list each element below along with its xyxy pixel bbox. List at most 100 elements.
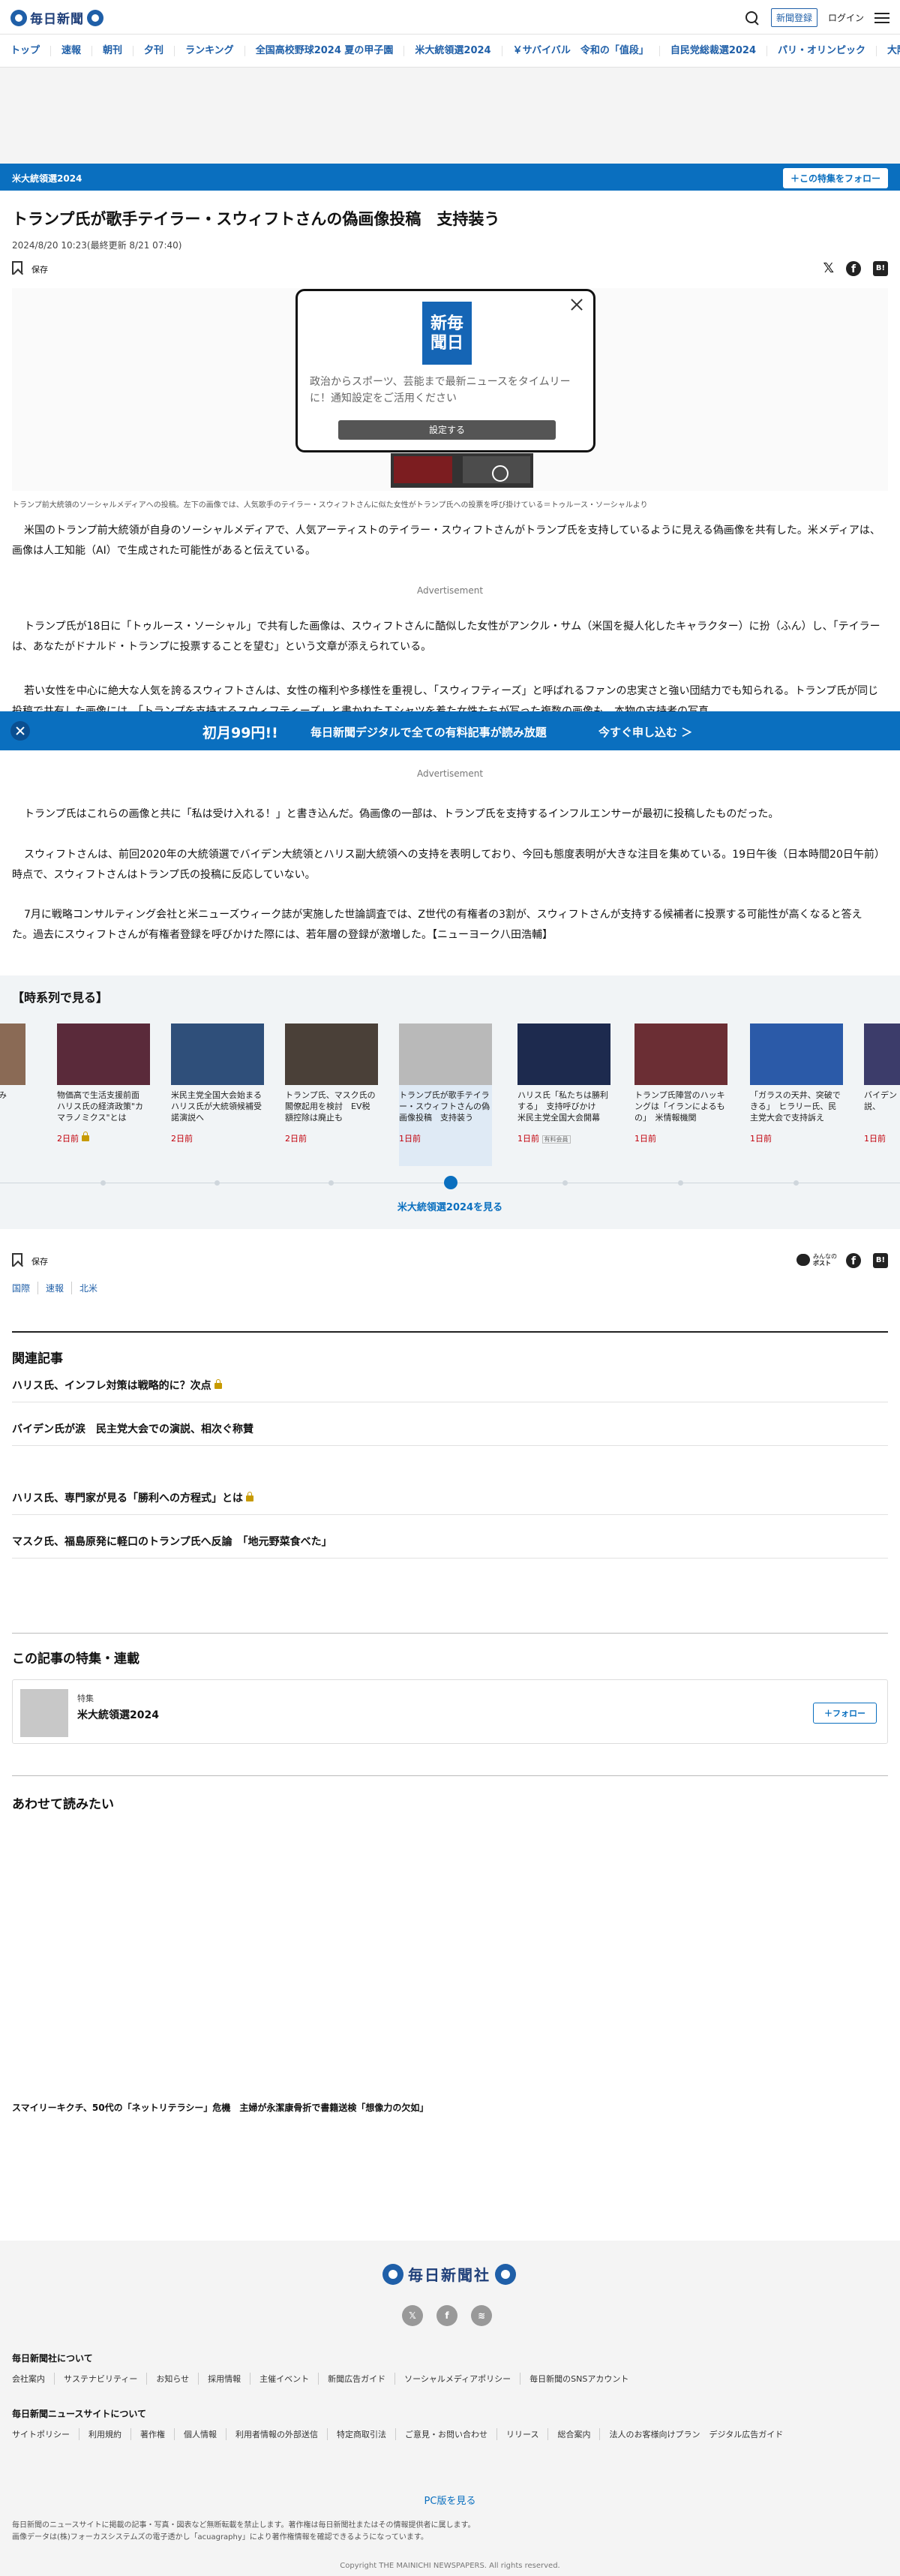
footer-link[interactable]: 主催イベント bbox=[250, 2373, 318, 2385]
nav-item-ranking[interactable]: ランキング bbox=[175, 45, 245, 56]
timeline-card[interactable]: トランプ氏陣営のハッキングは「イランによるもの」 米情報機関 1日前 bbox=[634, 1023, 728, 1166]
article-date: 2024/8/20 10:23(最終更新 8/21 07:40) bbox=[12, 240, 182, 251]
footer-link[interactable]: サイトポリシー bbox=[12, 2428, 79, 2440]
footer-link[interactable]: ご意見・お問い合わせ bbox=[395, 2428, 496, 2440]
timeline-card[interactable]: 「ガラスの天井、突破できる」 ヒラリー氏、民主党大会で支持訴え 1日前 bbox=[750, 1023, 843, 1166]
nav-item-morning[interactable]: 朝刊 bbox=[92, 45, 134, 56]
nav-item-koshien[interactable]: 全国高校野球2024 夏の甲子園 bbox=[245, 45, 405, 56]
footer-link[interactable]: 利用者情報の外部送信 bbox=[226, 2428, 327, 2440]
nav-item-evening[interactable]: 夕刊 bbox=[134, 45, 176, 56]
timeline-dot-current[interactable] bbox=[444, 1176, 458, 1189]
timeline-dot[interactable] bbox=[328, 1180, 334, 1186]
promo-price: 初月99円!! bbox=[202, 725, 278, 741]
footer-link[interactable]: ソーシャルメディアポリシー bbox=[394, 2373, 520, 2385]
site-logo[interactable]: 毎日新聞 bbox=[10, 8, 104, 27]
search-icon[interactable] bbox=[744, 10, 760, 26]
timeline-card[interactable]: トランプ氏、マスク氏の閣僚起用を検討 EV税額控除は廃止も 2日前 bbox=[285, 1023, 378, 1166]
article-tools-top: 保存 𝕏 f B! bbox=[12, 261, 888, 278]
facebook-share-icon[interactable]: f bbox=[846, 1253, 861, 1268]
footer-link[interactable]: 新聞広告ガイド bbox=[318, 2373, 394, 2385]
footer-logo[interactable]: 毎日新聞社 bbox=[382, 2263, 516, 2285]
nav-item-breaking[interactable]: 速報 bbox=[51, 45, 93, 56]
timeline-card[interactable]: 米民主党全国大会始まる ハリス氏が大統領候補受諾演説へ 2日前 bbox=[171, 1023, 264, 1166]
card-thumbnail bbox=[518, 1023, 610, 1085]
post-icon bbox=[796, 1254, 810, 1266]
nav-item-survival[interactable]: ￥サバイバル 令和の「值段」 bbox=[502, 45, 660, 56]
image-caption: トランプ前大統領のソーシャルメディアへの投稿。左下の画像では、人気歌手のテイラー… bbox=[12, 501, 648, 509]
paid-badge: 有料会員 bbox=[542, 1135, 571, 1144]
follow-feature-button[interactable]: ＋フォロー bbox=[813, 1703, 877, 1724]
recommended-article[interactable]: スマイリーキクチ、50代の「ネットリテラシー」危機 主婦が永潔康骨折で書籍送検「… bbox=[12, 2101, 888, 2114]
nav-item-top[interactable]: トップ bbox=[0, 45, 52, 56]
pc-version-link[interactable]: PC版を見る bbox=[0, 2493, 900, 2507]
timeline-dot[interactable] bbox=[678, 1180, 683, 1186]
zoom-icon[interactable] bbox=[492, 465, 508, 482]
save-label[interactable]: 保存 bbox=[32, 263, 48, 275]
footer-link[interactable]: 総合案内 bbox=[548, 2428, 599, 2440]
footer-link[interactable]: 会社案内 bbox=[12, 2373, 54, 2385]
related-article[interactable]: マスク氏、福島原発に軽口のトランプ氏へ反論 「地元野菜食べた」 bbox=[12, 1534, 888, 1559]
timeline-card[interactable]: バイデン し 涙 の演説、 1日前 bbox=[864, 1023, 900, 1166]
timeline-card[interactable]: 物価高で生活支援前面 ハリス氏の経済政策"カマラノミクス"とは 2日前 bbox=[57, 1023, 150, 1166]
related-article[interactable]: ハリス氏、インフレ対策は戦略的に？次点 bbox=[12, 1378, 888, 1402]
x-share-icon[interactable]: 𝕏 bbox=[823, 261, 834, 276]
timeline-dot[interactable] bbox=[214, 1180, 220, 1186]
notification-setup-button[interactable]: 設定する bbox=[338, 420, 556, 440]
card-title: ハリス氏「私たちは勝利する」 支持呼びかけ 米民主党全国大会開幕 bbox=[518, 1090, 608, 1123]
minna-post-button[interactable]: みんなの ポスト bbox=[796, 1253, 837, 1267]
tag-breaking[interactable]: 速報 bbox=[38, 1282, 64, 1294]
related-article[interactable]: ハリス氏、専門家が見る「勝利への方程式」とは bbox=[12, 1490, 888, 1515]
x-icon[interactable]: 𝕏 bbox=[402, 2305, 423, 2326]
bookmark-icon[interactable] bbox=[12, 1253, 22, 1267]
card-title: トランプ氏が歌手テイラー・スウィフトさんの偽画像投稿 支持装う bbox=[399, 1090, 490, 1123]
footer-link[interactable]: サステナビリティー bbox=[54, 2373, 146, 2385]
footer-link[interactable]: 特定商取引法 bbox=[327, 2428, 395, 2440]
timeline-dot[interactable] bbox=[100, 1180, 106, 1186]
card-title: 物価高で生活支援前面 ハリス氏の経済政策"カマラノミクス"とは bbox=[57, 1090, 148, 1123]
hatena-bookmark-icon[interactable]: B! bbox=[873, 1253, 888, 1268]
also-read-heading: あわせて読みたい bbox=[12, 1797, 114, 1812]
feature-card[interactable]: 特集 米大統領選2024 ＋フォロー bbox=[12, 1679, 888, 1744]
topic-label[interactable]: 米大統領選2024 bbox=[12, 172, 82, 185]
rss-icon[interactable]: ≋ bbox=[471, 2305, 492, 2326]
subscription-banner[interactable]: 初月99円!! 毎日新聞デジタルで全ての有料記事が読み放題 今すぐ申し込む ＞ bbox=[0, 711, 900, 750]
bookmark-icon[interactable] bbox=[12, 261, 22, 275]
facebook-share-icon[interactable]: f bbox=[846, 261, 861, 276]
footer-link[interactable]: デジタル広告ガイド bbox=[709, 2428, 792, 2440]
tag-international[interactable]: 国際 bbox=[12, 1282, 30, 1294]
timeline-dot[interactable] bbox=[562, 1180, 568, 1186]
timeline-dot[interactable] bbox=[794, 1180, 799, 1186]
footer-sns: 𝕏 f ≋ bbox=[402, 2305, 492, 2326]
nav-item-us-election[interactable]: 米大統領選2024 bbox=[404, 45, 502, 56]
login-link[interactable]: ログイン bbox=[828, 11, 864, 24]
article-image[interactable] bbox=[391, 453, 533, 488]
tag-north-america[interactable]: 北米 bbox=[71, 1282, 98, 1294]
hatena-bookmark-icon[interactable]: B! bbox=[873, 261, 888, 276]
footer-link[interactable]: 法人のお客様向けプラン bbox=[599, 2428, 709, 2440]
related-article[interactable]: バイデン氏が涙 民主党大会での演説、相次ぐ称賛 bbox=[12, 1421, 888, 1446]
footer-link[interactable]: お知らせ bbox=[146, 2373, 198, 2385]
follow-topic-button[interactable]: ＋この特集をフォロー bbox=[782, 168, 888, 188]
footer-link[interactable]: 毎日新聞のSNSアカウント bbox=[520, 2373, 638, 2385]
nav-item-osaka[interactable]: 大阪・関 bbox=[877, 45, 900, 56]
save-label[interactable]: 保存 bbox=[32, 1255, 48, 1267]
footer-link[interactable]: 採用情報 bbox=[198, 2373, 250, 2385]
promo-cta[interactable]: 今すぐ申し込む ＞ bbox=[598, 724, 692, 740]
timeline-card[interactable]: 開幕へ 打 に弾み bbox=[0, 1023, 26, 1166]
facebook-icon[interactable]: f bbox=[436, 2305, 458, 2326]
close-banner-icon[interactable] bbox=[10, 721, 30, 741]
footer-link[interactable]: 著作権 bbox=[130, 2428, 174, 2440]
close-icon[interactable] bbox=[569, 297, 584, 312]
register-button[interactable]: 新聞登録 bbox=[770, 8, 818, 27]
nav-item-ldp[interactable]: 自民党総裁選2024 bbox=[660, 45, 768, 56]
menu-icon[interactable] bbox=[874, 12, 890, 23]
card-title: トランプ氏陣営のハッキングは「イランによるもの」 米情報機関 bbox=[634, 1090, 725, 1123]
footer-link[interactable]: リリース bbox=[496, 2428, 548, 2440]
series-more-link[interactable]: 米大統領選2024を見る bbox=[0, 1199, 900, 1213]
timeline-card-current[interactable]: トランプ氏が歌手テイラー・スウィフトさんの偽画像投稿 支持装う 1日前 bbox=[399, 1023, 492, 1166]
timeline-card[interactable]: ハリス氏「私たちは勝利する」 支持呼びかけ 米民主党全国大会開幕 1日前 有料会員 bbox=[518, 1023, 610, 1166]
footer-link[interactable]: 個人情報 bbox=[174, 2428, 226, 2440]
lock-icon bbox=[214, 1379, 222, 1389]
footer-link[interactable]: 利用規約 bbox=[79, 2428, 130, 2440]
nav-item-olympics[interactable]: パリ・オリンピック bbox=[767, 45, 878, 56]
